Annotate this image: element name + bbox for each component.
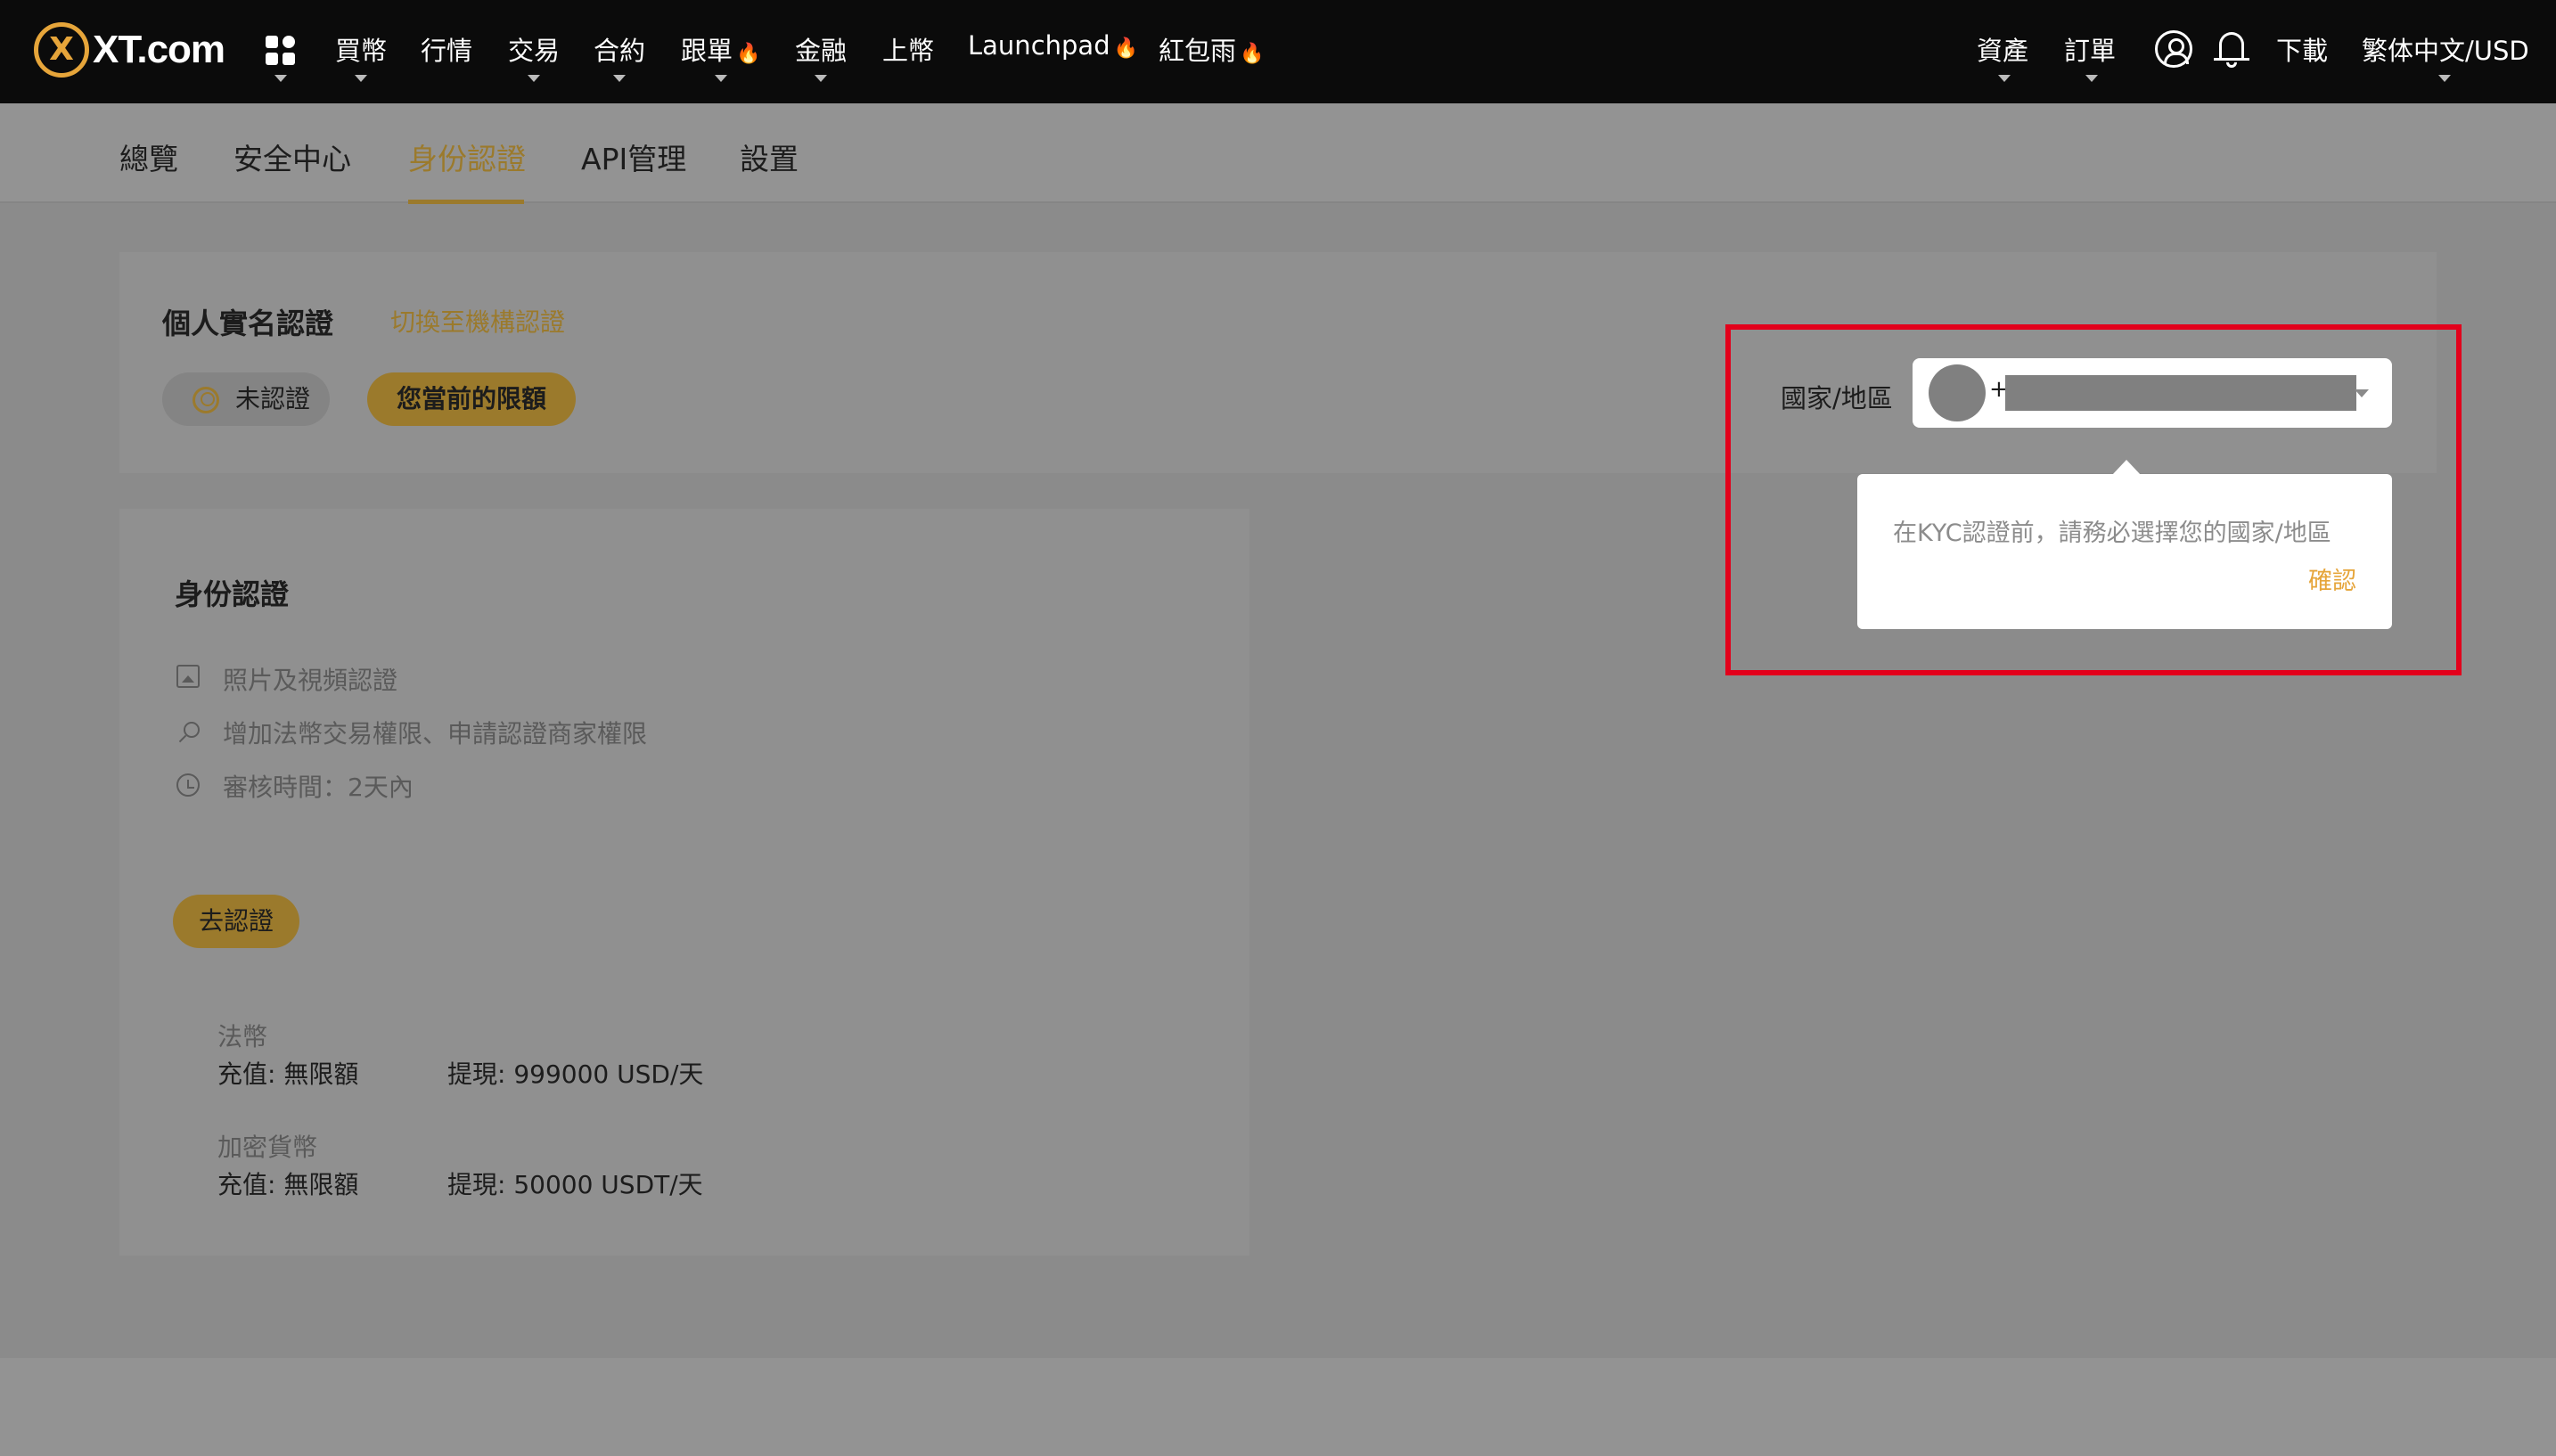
chevron-down-icon (815, 75, 827, 82)
footer-band (0, 1358, 2556, 1456)
chevron-down-icon (2438, 75, 2451, 82)
tab-api-management[interactable]: API管理 (581, 135, 686, 178)
nav-markets[interactable]: 行情 (421, 30, 472, 68)
fire-icon: 🔥 (1240, 43, 1265, 65)
feature-review-time: 審核時間：2天內 (223, 773, 414, 802)
nav-trade[interactable]: 交易 (508, 30, 560, 68)
fiat-limit-heading: 法幣 (217, 1022, 268, 1051)
notification-bell-icon[interactable] (2214, 29, 2249, 70)
highlight-annotation-box (1725, 324, 2462, 675)
chevron-down-icon (715, 75, 727, 82)
nav-orders[interactable]: 訂單 (2064, 30, 2116, 68)
top-nav: X XT.com 買幣 行情 交易 合約 跟單 🔥 金融 上幣 Launchpad… (0, 0, 2556, 103)
language-currency-selector[interactable]: 繁体中文/USD (2362, 30, 2529, 68)
personal-kyc-title: 個人實名認證 (162, 307, 334, 340)
nav-assets[interactable]: 資產 (1977, 30, 2028, 68)
switch-to-institution-link[interactable]: 切換至機構認證 (390, 303, 565, 339)
active-tab-indicator (408, 200, 524, 204)
chevron-down-icon (1998, 75, 2011, 82)
account-subnav (0, 103, 2556, 203)
user-account-icon[interactable] (2155, 30, 2192, 68)
nav-red-packet[interactable]: 紅包雨 🔥 (1159, 30, 1264, 68)
nav-download[interactable]: 下載 (2276, 30, 2328, 68)
chevron-down-icon (355, 75, 367, 82)
search-icon (176, 720, 200, 743)
nav-buy-crypto[interactable]: 買幣 (335, 30, 387, 68)
status-label: 未認證 (235, 384, 311, 413)
chevron-down-icon (2085, 75, 2098, 82)
nav-finance[interactable]: 金融 (795, 30, 847, 68)
chevron-down-icon (274, 75, 287, 82)
chevron-down-icon (613, 75, 626, 82)
identity-verification-title: 身份認證 (175, 577, 290, 611)
go-verify-button[interactable]: 去認證 (173, 895, 299, 948)
fiat-withdraw-limit: 提現: 999000 USD/天 (447, 1059, 704, 1089)
crypto-limit-heading: 加密貨幣 (217, 1133, 318, 1162)
tab-security-center[interactable]: 安全中心 (233, 135, 351, 178)
tab-overview[interactable]: 總覽 (119, 135, 178, 178)
user-icon (193, 387, 219, 413)
apps-grid-icon[interactable] (266, 36, 296, 66)
fiat-deposit-limit: 充值: 無限額 (217, 1059, 359, 1089)
status-badge: 未認證 (162, 372, 330, 426)
nav-copy-trading[interactable]: 跟單 🔥 (681, 30, 760, 68)
tab-identity-verification[interactable]: 身份認證 (408, 135, 526, 178)
tab-settings[interactable]: 設置 (740, 135, 799, 178)
feature-photo-video: 照片及視頻認證 (223, 666, 398, 695)
clock-icon (176, 773, 200, 797)
nav-listing[interactable]: 上幣 (882, 30, 934, 68)
crypto-withdraw-limit: 提現: 50000 USDT/天 (447, 1170, 703, 1199)
chevron-down-icon (528, 75, 540, 82)
image-icon (176, 665, 200, 688)
crypto-deposit-limit: 充值: 無限額 (217, 1170, 359, 1199)
xt-logo[interactable]: X XT.com (34, 21, 225, 78)
logo-mark-icon: X (34, 22, 89, 78)
fire-icon: 🔥 (736, 43, 761, 65)
nav-futures[interactable]: 合約 (594, 30, 645, 68)
current-limit-button[interactable]: 您當前的限額 (367, 372, 576, 426)
logo-text: XT.com (93, 28, 225, 71)
feature-fiat-permissions: 增加法幣交易權限、申請認證商家權限 (223, 719, 648, 748)
fire-icon: 🔥 (1113, 37, 1139, 60)
nav-launchpad[interactable]: Launchpad 🔥 (968, 30, 1138, 61)
